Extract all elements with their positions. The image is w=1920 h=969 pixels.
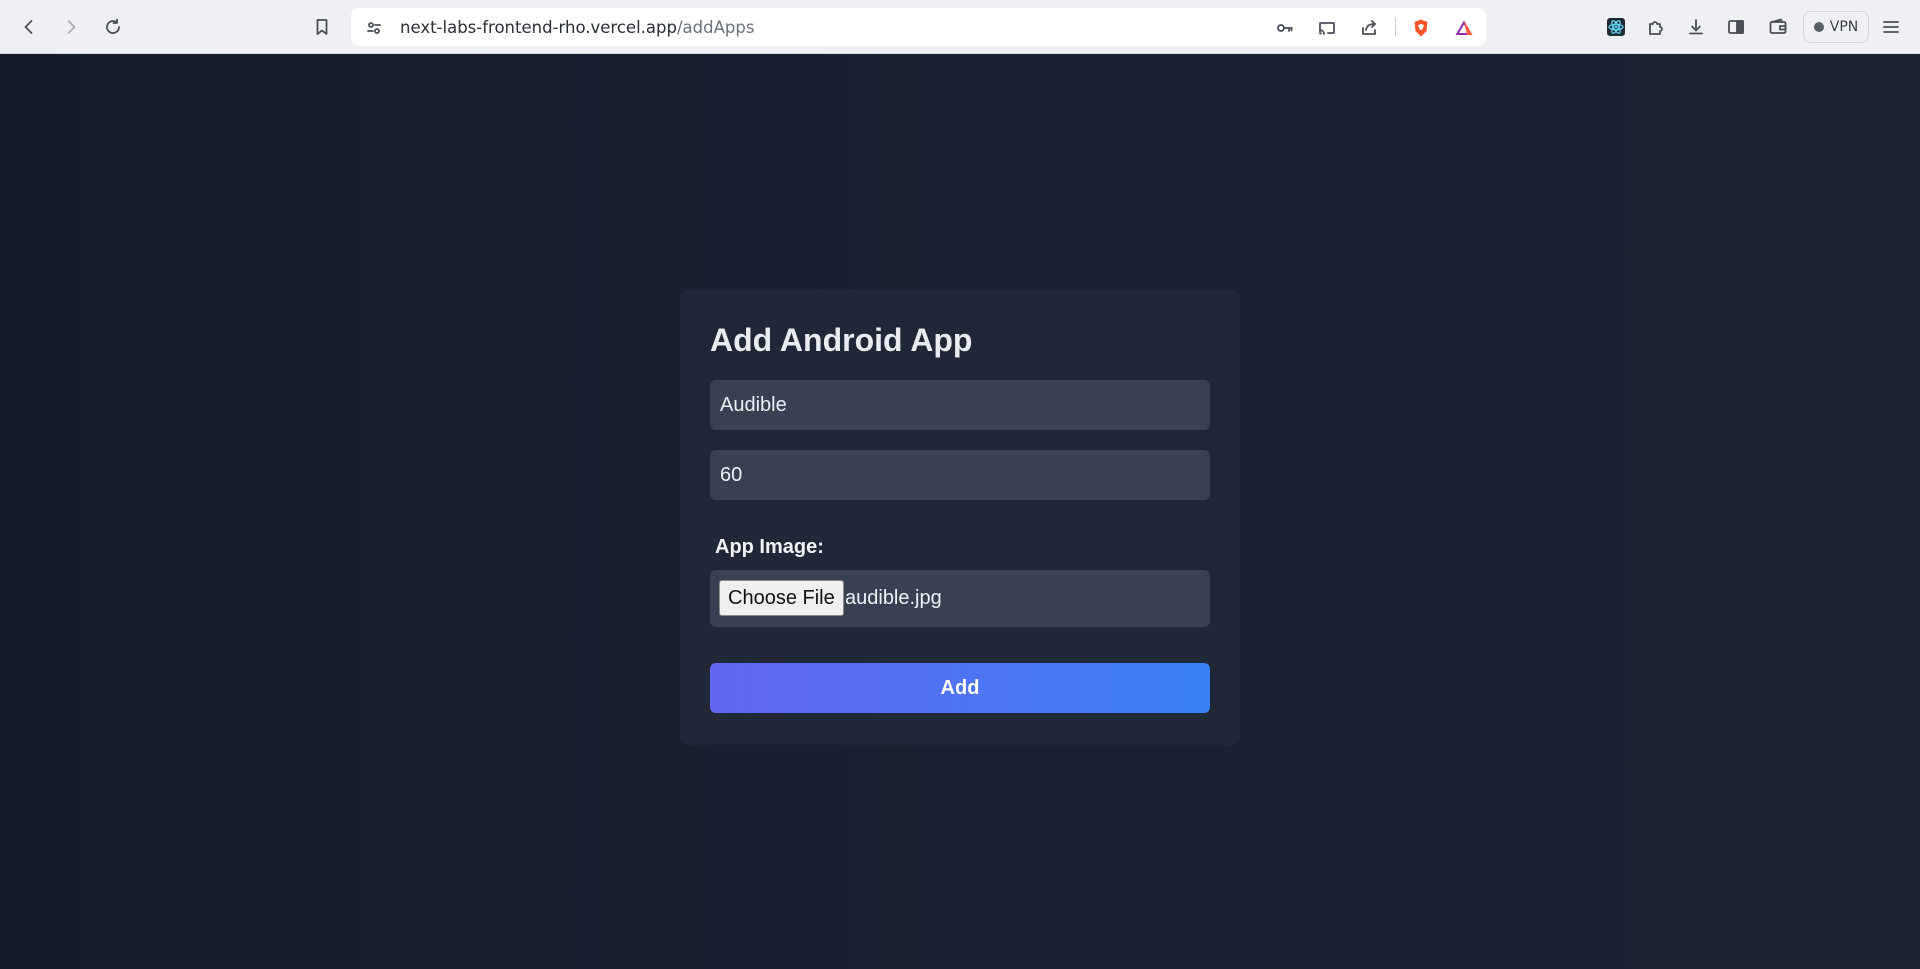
sidebar-icon[interactable]: [1721, 12, 1751, 42]
share-icon[interactable]: [1356, 15, 1382, 41]
site-settings-icon[interactable]: [361, 15, 387, 41]
page-title: Add Android App: [710, 322, 973, 358]
key-icon[interactable]: [1272, 15, 1298, 41]
vpn-button[interactable]: VPN: [1803, 11, 1869, 43]
divider: [1395, 18, 1396, 36]
vpn-status-icon: [1813, 22, 1824, 32]
back-icon[interactable]: [14, 12, 44, 42]
points-input[interactable]: [710, 450, 1210, 500]
add-app-card: Add Android App App Image: Choose File a…: [680, 290, 1240, 745]
browser-toolbar: next-labs-frontend-rho.vercel.app/addApp…: [0, 0, 1920, 54]
address-bar[interactable]: next-labs-frontend-rho.vercel.app/addApp…: [351, 8, 1486, 46]
selected-file-name: audible.jpg: [845, 587, 942, 609]
cast-icon[interactable]: [1314, 15, 1340, 41]
bookmark-icon[interactable]: [307, 12, 337, 42]
wallet-icon[interactable]: [1763, 12, 1793, 42]
url-host: next-labs-frontend-rho.vercel.app: [400, 18, 677, 37]
choose-file-button[interactable]: Choose File: [719, 580, 844, 616]
react-devtools-icon[interactable]: [1601, 12, 1631, 42]
forward-icon[interactable]: [56, 12, 86, 42]
page-background: Add Android App App Image: Choose File a…: [0, 54, 1920, 969]
brave-rewards-icon[interactable]: [1451, 15, 1477, 41]
menu-icon[interactable]: [1876, 12, 1906, 42]
vpn-label: VPN: [1829, 19, 1859, 35]
app-name-input[interactable]: [710, 380, 1210, 430]
extensions-icon[interactable]: [1641, 12, 1671, 42]
brave-shields-icon[interactable]: [1408, 15, 1434, 41]
url-path: /addApps: [676, 18, 755, 37]
reload-icon[interactable]: [98, 12, 128, 42]
url-text[interactable]: next-labs-frontend-rho.vercel.app/addApp…: [400, 18, 754, 37]
download-icon[interactable]: [1681, 12, 1711, 42]
add-button[interactable]: Add: [710, 663, 1210, 713]
app-image-label: App Image:: [715, 536, 824, 558]
file-input[interactable]: Choose File audible.jpg: [710, 570, 1210, 627]
